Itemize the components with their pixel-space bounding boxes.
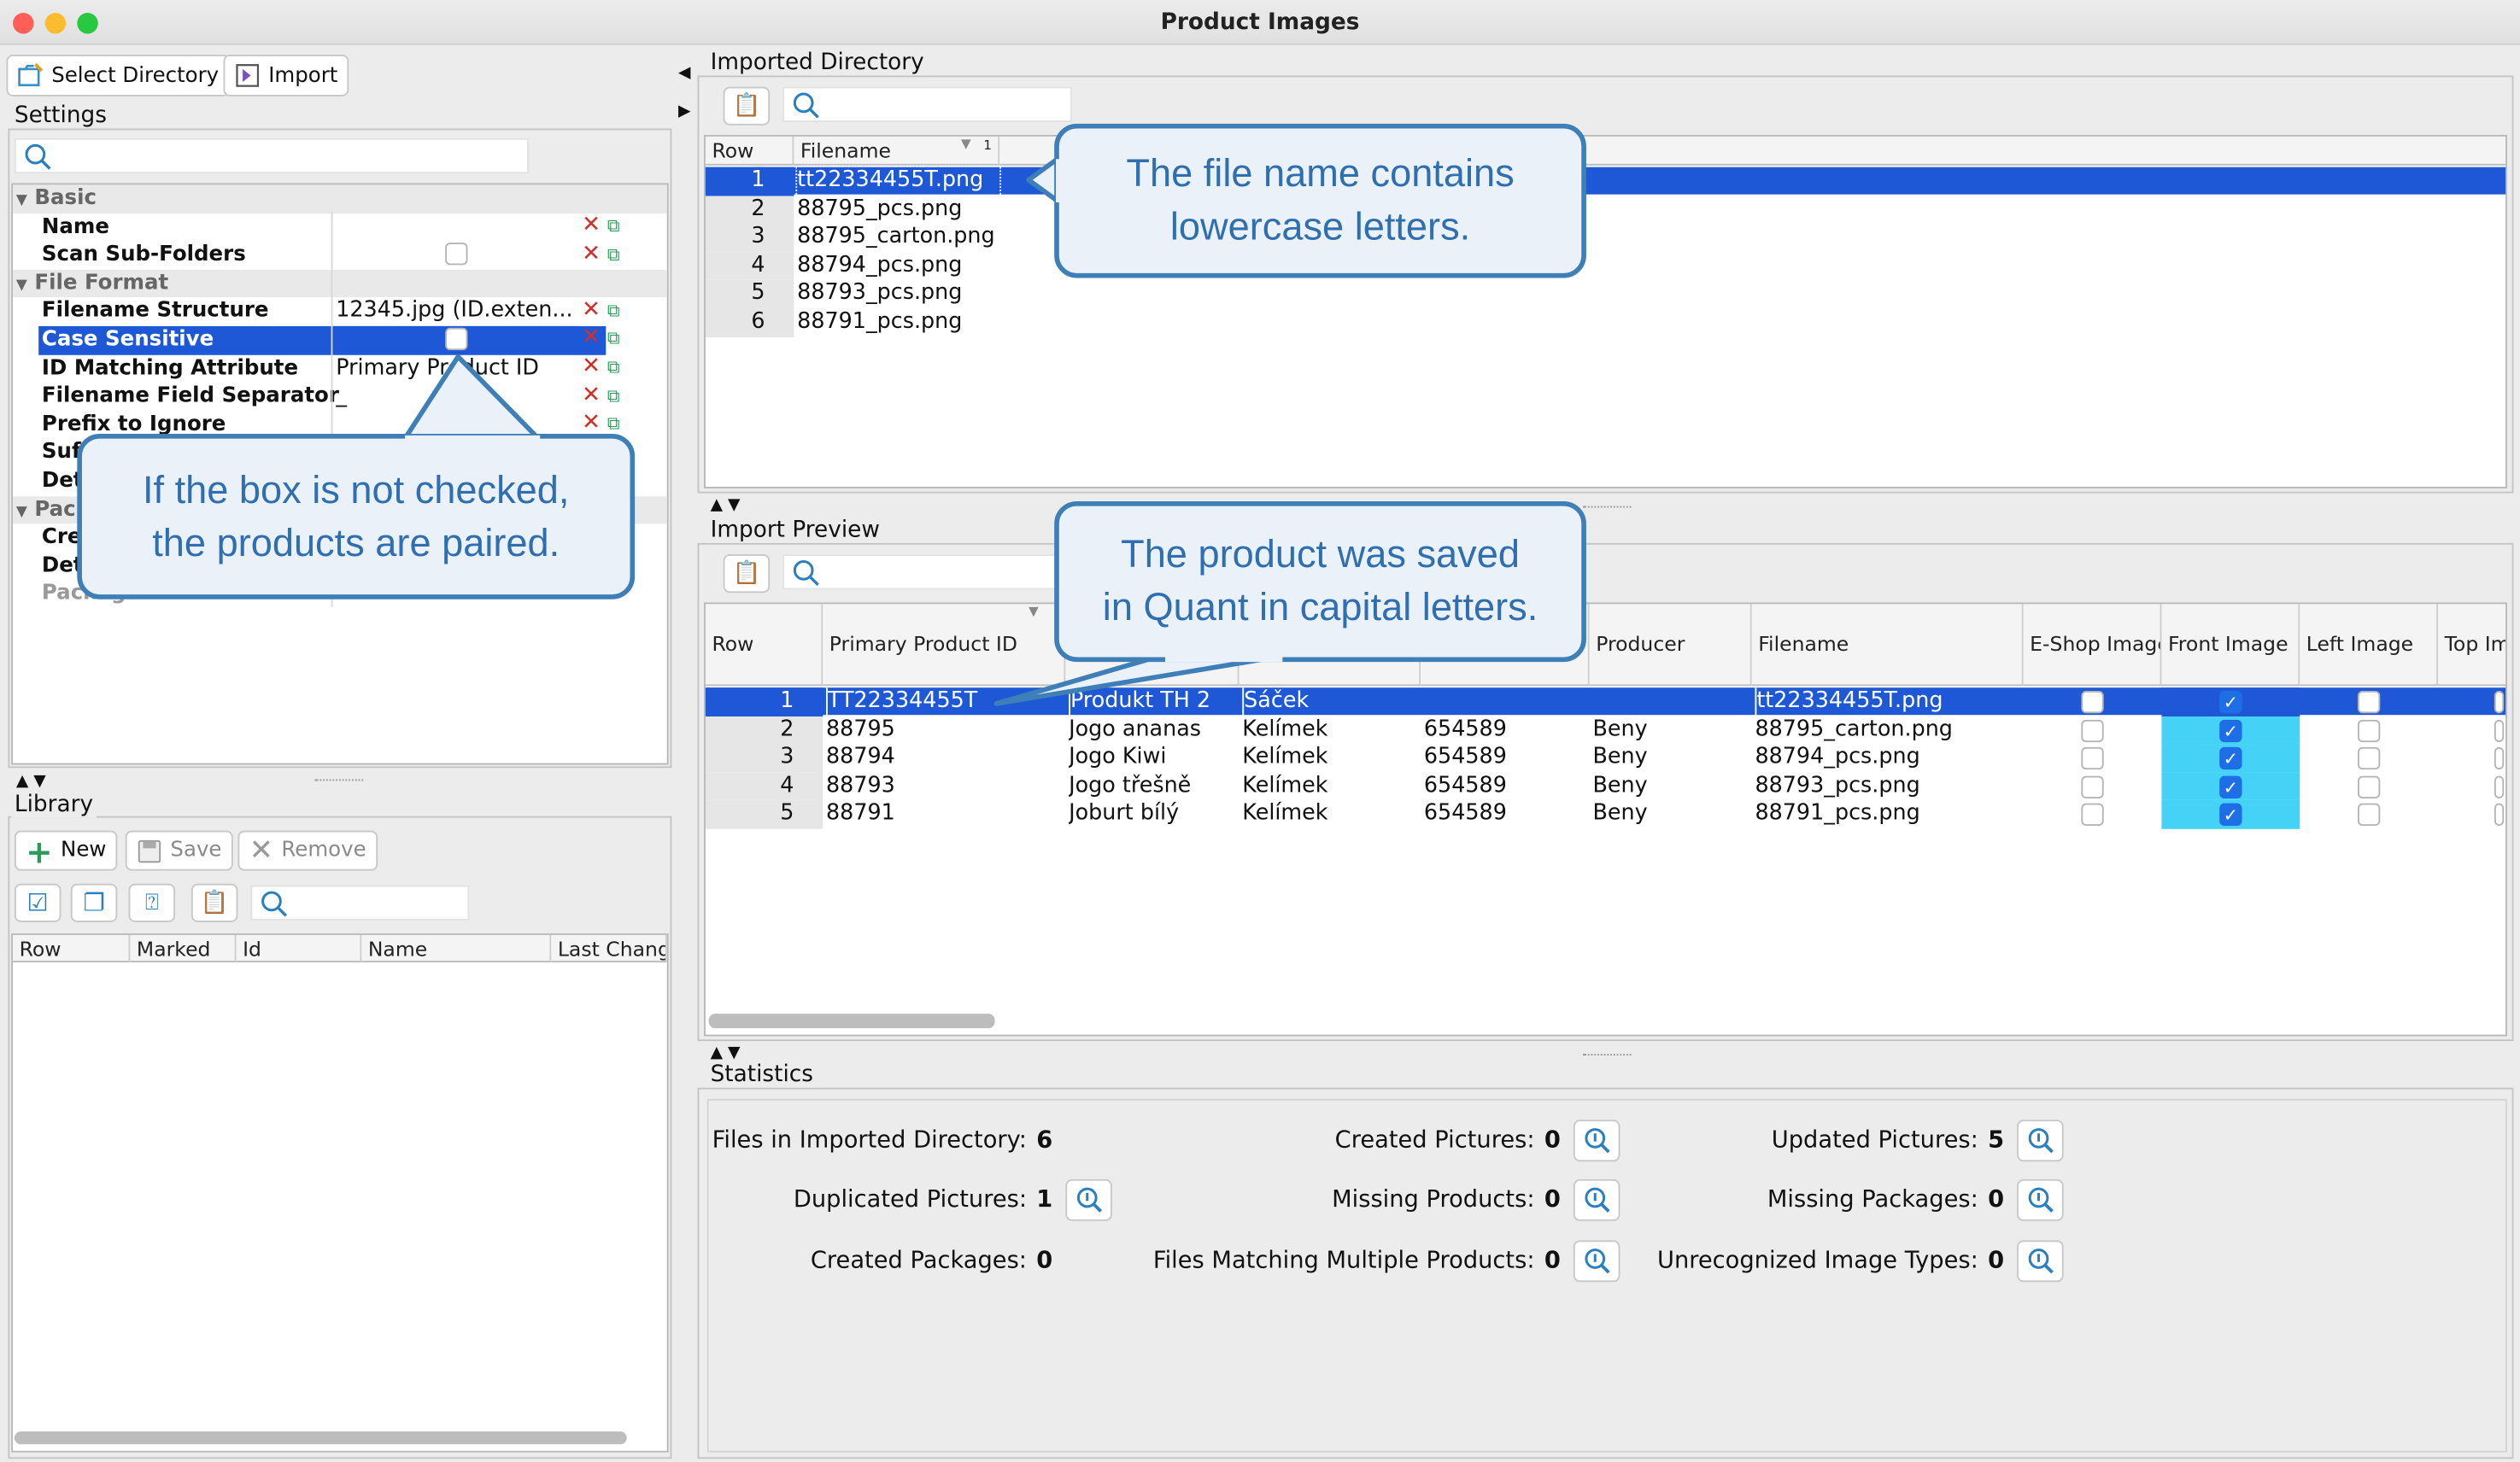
callout-pointer-joins <box>405 159 1283 663</box>
